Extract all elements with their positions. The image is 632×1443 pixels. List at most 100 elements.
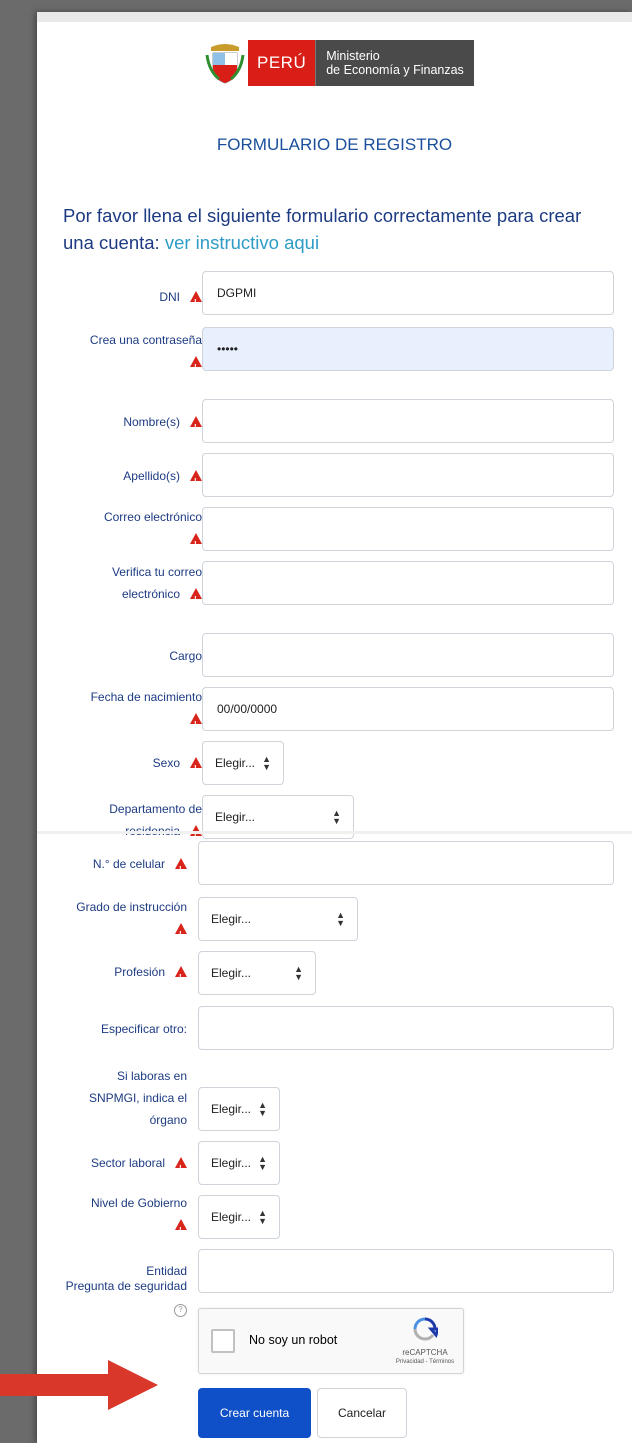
form-intro: Por favor llena el siguiente formulario … bbox=[63, 202, 603, 256]
sexo-select[interactable]: Elegir... ▲ ▼ bbox=[202, 741, 284, 785]
select-arrows-icon: ▲ ▼ bbox=[258, 1100, 267, 1118]
otro-input[interactable] bbox=[198, 1006, 614, 1050]
sector-select-value: Elegir... bbox=[211, 1156, 252, 1170]
required-warning-icon bbox=[175, 923, 187, 946]
snpmgi-select-value: Elegir... bbox=[211, 1102, 252, 1116]
dni-label: DNI bbox=[52, 286, 202, 314]
entidad-input[interactable] bbox=[198, 1249, 614, 1293]
select-arrows-icon: ▲ ▼ bbox=[262, 754, 271, 772]
recaptcha-widget: No soy un robot reCAPTCHA Privacidad - T… bbox=[198, 1308, 464, 1374]
correo-input[interactable] bbox=[202, 507, 614, 551]
nombre-label: Nombre(s) bbox=[52, 411, 202, 439]
celular-label-text: N.° de celular bbox=[92, 857, 165, 871]
help-icon[interactable]: ? bbox=[174, 1303, 187, 1317]
pregunta-label-text: Pregunta de seguridad bbox=[65, 1279, 187, 1293]
required-warning-icon bbox=[190, 533, 202, 556]
required-warning-icon bbox=[175, 1219, 187, 1242]
correo-label-text: Correo electrónico bbox=[103, 510, 202, 524]
select-arrows-icon: ▲ ▼ bbox=[294, 964, 303, 982]
select-arrows-icon: ▲ ▼ bbox=[332, 808, 341, 826]
required-warning-icon bbox=[190, 416, 202, 439]
sexo-label: Sexo bbox=[52, 752, 202, 780]
sexo-select-value: Elegir... bbox=[215, 756, 256, 770]
recaptcha-logo: reCAPTCHA Privacidad - Términos bbox=[395, 1317, 455, 1365]
recaptcha-checkbox[interactable] bbox=[211, 1329, 235, 1353]
nombre-label-text: Nombre(s) bbox=[123, 415, 180, 429]
cancelar-button[interactable]: Cancelar bbox=[317, 1388, 407, 1438]
profesion-select-value: Elegir... bbox=[211, 966, 252, 980]
sector-select[interactable]: Elegir... ▲ ▼ bbox=[198, 1141, 280, 1185]
required-warning-icon bbox=[175, 858, 187, 881]
window-top-bar bbox=[37, 12, 632, 22]
form-title: FORMULARIO DE REGISTRO bbox=[216, 135, 453, 154]
snpmgi-select[interactable]: Elegir... ▲ ▼ bbox=[198, 1087, 280, 1131]
required-warning-icon bbox=[190, 757, 202, 780]
snpmgi-label: Si laboras en SNPMGI, indica el órgano bbox=[77, 1065, 187, 1131]
pregunta-label: Pregunta de seguridad? bbox=[37, 1275, 187, 1319]
nombre-input[interactable] bbox=[202, 399, 614, 443]
otro-label-text: Especificar otro: bbox=[100, 1022, 187, 1036]
sexo-label-text: Sexo bbox=[152, 756, 180, 770]
dni-input[interactable]: DGPMI bbox=[202, 271, 614, 315]
departamento-select-value: Elegir... bbox=[215, 810, 256, 824]
sector-label-text: Sector laboral bbox=[90, 1156, 165, 1170]
recaptcha-links[interactable]: Privacidad - Términos bbox=[395, 1359, 455, 1365]
required-warning-icon bbox=[190, 713, 202, 736]
fecha-label: Fecha de nacimiento bbox=[52, 686, 202, 736]
otro-label: Especificar otro: bbox=[37, 1018, 187, 1040]
verifica-correo-input[interactable] bbox=[202, 561, 614, 605]
recaptcha-brand: reCAPTCHA bbox=[402, 1348, 448, 1357]
profesion-label-text: Profesión bbox=[114, 965, 165, 979]
grado-label: Grado de instrucción bbox=[37, 896, 187, 946]
celular-label: N.° de celular bbox=[37, 853, 187, 881]
dni-label-text: DNI bbox=[159, 290, 180, 304]
departamento-label: Departamento de residencia bbox=[52, 798, 202, 848]
celular-input[interactable] bbox=[198, 841, 614, 885]
recaptcha-text: No soy un robot bbox=[249, 1333, 338, 1347]
logo-peru-text: PERÚ bbox=[248, 40, 316, 86]
required-warning-icon bbox=[190, 356, 202, 379]
registration-page: PERÚ Ministerio de Economía y Finanzas F… bbox=[37, 12, 632, 1443]
password-label: Crea una contraseña bbox=[52, 329, 202, 379]
annotation-arrow-icon bbox=[0, 1360, 158, 1410]
select-arrows-icon: ▲ ▼ bbox=[258, 1208, 267, 1226]
instructions-link[interactable]: ver instructivo aqui bbox=[165, 232, 319, 253]
verifica-correo-label-text: Verifica tu correo electrónico bbox=[111, 565, 202, 601]
grado-select-value: Elegir... bbox=[211, 912, 252, 926]
recaptcha-icon bbox=[413, 1317, 441, 1341]
nivel-select[interactable]: Elegir... ▲ ▼ bbox=[198, 1195, 280, 1239]
password-label-text: Crea una contraseña bbox=[89, 333, 202, 347]
intro-text: Por favor llena el siguiente formulario … bbox=[63, 205, 582, 253]
required-warning-icon bbox=[190, 470, 202, 493]
grado-label-text: Grado de instrucción bbox=[76, 900, 187, 914]
required-warning-icon bbox=[190, 588, 202, 611]
correo-label: Correo electrónico bbox=[52, 506, 202, 556]
cargo-label-text: Cargo bbox=[169, 649, 202, 663]
nivel-label-text: Nivel de Gobierno bbox=[90, 1196, 187, 1210]
crear-cuenta-button[interactable]: Crear cuenta bbox=[198, 1388, 311, 1438]
apellido-label: Apellido(s) bbox=[52, 465, 202, 493]
snpmgi-label-text: Si laboras en SNPMGI, indica el órgano bbox=[88, 1069, 187, 1127]
section-divider bbox=[37, 831, 632, 834]
logo-ministry-line1: Ministerio bbox=[326, 49, 380, 63]
grado-select[interactable]: Elegir... ▲ ▼ bbox=[198, 897, 358, 941]
profesion-select[interactable]: Elegir... ▲ ▼ bbox=[198, 951, 316, 995]
required-warning-icon bbox=[175, 966, 187, 989]
fecha-input[interactable]: 00/00/0000 bbox=[202, 687, 614, 731]
nivel-select-value: Elegir... bbox=[211, 1210, 252, 1224]
select-arrows-icon: ▲ ▼ bbox=[258, 1154, 267, 1172]
apellido-input[interactable] bbox=[202, 453, 614, 497]
nivel-label: Nivel de Gobierno bbox=[37, 1192, 187, 1242]
select-arrows-icon: ▲ ▼ bbox=[336, 910, 345, 928]
sector-label: Sector laboral bbox=[37, 1152, 187, 1180]
coat-of-arms-icon bbox=[202, 40, 248, 86]
required-warning-icon bbox=[175, 1157, 187, 1180]
cargo-label: Cargo bbox=[52, 645, 202, 667]
cargo-input[interactable] bbox=[202, 633, 614, 677]
profesion-label: Profesión bbox=[37, 961, 187, 989]
password-input[interactable]: ••••• bbox=[202, 327, 614, 371]
logo-ministry-text: Ministerio de Economía y Finanzas bbox=[315, 40, 474, 86]
verifica-correo-label: Verifica tu correo electrónico bbox=[52, 561, 202, 611]
required-warning-icon bbox=[190, 291, 202, 314]
fecha-label-text: Fecha de nacimiento bbox=[90, 690, 202, 704]
